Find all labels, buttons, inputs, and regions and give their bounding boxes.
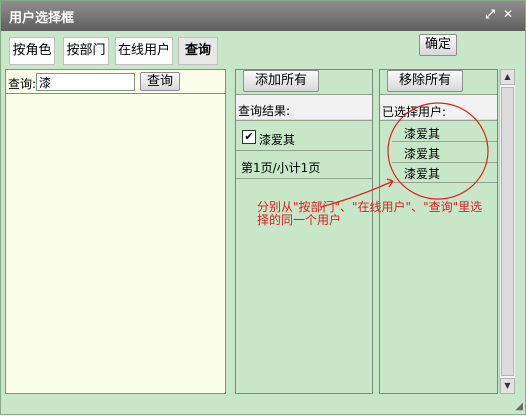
annotation-circle: [387, 102, 489, 200]
bottom-strip: [1, 397, 525, 414]
resize-grip-icon[interactable]: ◢: [515, 401, 523, 412]
annotation-line-2: 择的同一个用户: [257, 213, 342, 227]
user-select-dialog: 用户选择框 ⤢ ✕ 按角色 按部门 在线用户 查询 确定 查询: 查询 添加所有…: [0, 0, 526, 415]
